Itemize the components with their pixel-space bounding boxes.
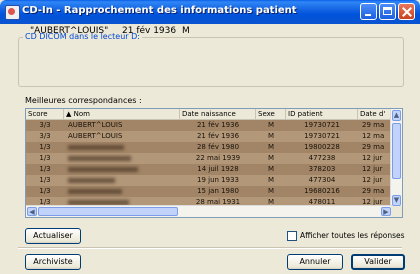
- cell-name: [64, 175, 180, 186]
- show-all-label[interactable]: Afficher toutes les réponses: [300, 231, 405, 240]
- table-row[interactable]: 3/3 AUBERT^LOUIS 21 fév 1936 M 19730721 29 ma: [26, 120, 392, 131]
- dialog-window: CD-In - Rapprochement des informations p…: [0, 0, 420, 274]
- cell-id: 19800228: [304, 143, 340, 151]
- cell-id: 19680216: [304, 187, 340, 195]
- cell-sex: M: [267, 132, 275, 140]
- scroll-down-icon[interactable]: ▼: [392, 195, 401, 206]
- vertical-scrollbar[interactable]: ▲ ▼: [390, 109, 402, 207]
- column-header-name[interactable]: ▲ Nom: [64, 109, 180, 120]
- cell-date: 29 ma: [362, 187, 385, 195]
- maximize-button[interactable]: [379, 3, 396, 20]
- validate-button[interactable]: Valider: [351, 254, 405, 270]
- cell-sex: M: [267, 187, 275, 195]
- cell-name: [64, 164, 180, 175]
- cell-id: 477238: [308, 154, 336, 162]
- column-header-dob[interactable]: Date naissance: [180, 109, 256, 120]
- cell-dob: 15 jan 1980: [197, 187, 239, 195]
- cell-id: 477304: [308, 176, 336, 184]
- title-bar[interactable]: CD-In - Rapprochement des informations p…: [0, 0, 420, 24]
- cell-id: 19730721: [304, 132, 340, 140]
- cell-dob: 28 fév 1980: [196, 143, 240, 151]
- cell-score: 1/3: [39, 154, 51, 162]
- cancel-button[interactable]: Annuler: [287, 254, 343, 270]
- cell-name: [64, 142, 180, 153]
- cell-date: 12 jur: [362, 176, 383, 184]
- cell-date: 12 jur: [362, 165, 383, 173]
- cell-score: 3/3: [39, 121, 51, 129]
- cell-date: 29 ma: [362, 143, 385, 151]
- redacted-name-placeholder: [68, 189, 122, 194]
- cell-score: 1/3: [39, 187, 51, 195]
- refresh-button[interactable]: Actualiser: [25, 228, 81, 244]
- cell-dob: 21 fév 1936: [196, 121, 240, 129]
- table-row[interactable]: 1/3 15 jan 1980 M 19680216 29 ma: [26, 186, 392, 197]
- cd-app-icon: [5, 5, 20, 20]
- source-patient-name: "AUBERT^LOUIS": [30, 26, 109, 36]
- cell-sex: M: [267, 165, 275, 173]
- column-header-name-label: Nom: [73, 110, 90, 118]
- cell-name: AUBERT^LOUIS: [68, 132, 123, 140]
- table-row[interactable]: 3/3 AUBERT^LOUIS 21 fév 1936 M 19730721 12 ma: [26, 131, 392, 142]
- vertical-scroll-thumb[interactable]: [392, 123, 401, 179]
- table-row[interactable]: 1/3 14 juil 1928 M 378203 12 jur: [26, 164, 392, 175]
- cell-sex: M: [267, 121, 275, 129]
- cell-dob: 22 mai 1939: [195, 154, 241, 162]
- scroll-up-icon[interactable]: ▲: [392, 110, 401, 121]
- horizontal-scrollbar[interactable]: ◀ ▶: [26, 205, 392, 217]
- cell-date: 12 ma: [362, 132, 385, 140]
- cell-name: AUBERT^LOUIS: [68, 121, 123, 129]
- cell-dob: 19 jun 1933: [197, 176, 239, 184]
- window-title: CD-In - Rapprochement des informations p…: [22, 5, 297, 16]
- cell-score: 1/3: [39, 143, 51, 151]
- archivist-button[interactable]: Archiviste: [25, 254, 81, 270]
- horizontal-scroll-thumb[interactable]: [38, 207, 178, 216]
- cell-sex: M: [267, 143, 275, 151]
- cell-id: 378203: [308, 165, 336, 173]
- cell-name: [64, 153, 180, 164]
- show-all-checkbox[interactable]: [287, 231, 297, 241]
- source-patient-dob: 21 fév 1936: [122, 26, 177, 36]
- table-row[interactable]: 1/3 22 mai 1939 M 477238 12 jur: [26, 153, 392, 164]
- cell-sex: M: [267, 176, 275, 184]
- table-row[interactable]: 1/3 28 fév 1980 M 19800228 29 ma: [26, 142, 392, 153]
- cell-date: 29 ma: [362, 121, 385, 129]
- cell-dob: 14 juil 1928: [197, 165, 239, 173]
- column-header-sex[interactable]: Sexe: [256, 109, 286, 120]
- redacted-name-placeholder: [68, 167, 138, 172]
- cell-sex: M: [267, 154, 275, 162]
- minimize-button[interactable]: [360, 3, 377, 20]
- cell-score: 3/3: [39, 132, 51, 140]
- matches-label: Meilleures correspondances :: [25, 96, 142, 105]
- cell-date: 12 jur: [362, 154, 383, 162]
- redacted-name-placeholder: [68, 178, 115, 183]
- matches-grid[interactable]: Score ▲ Nom Date naissance Sexe ID patie…: [25, 108, 403, 218]
- table-row[interactable]: 1/3 19 jun 1933 M 477304 12 jur: [26, 175, 392, 186]
- column-header-date[interactable]: Date d': [358, 109, 392, 120]
- scroll-right-icon[interactable]: ▶: [381, 207, 391, 216]
- scrollbar-corner: [391, 206, 402, 217]
- cell-name: [64, 186, 180, 197]
- separator: [18, 247, 402, 249]
- cell-score: 1/3: [39, 165, 51, 173]
- close-button[interactable]: [398, 3, 415, 20]
- sort-ascending-icon: ▲: [66, 110, 72, 118]
- cell-score: 1/3: [39, 176, 51, 184]
- cell-dob: 21 fév 1936: [196, 132, 240, 140]
- grid-header: Score ▲ Nom Date naissance Sexe ID patie…: [26, 109, 402, 120]
- redacted-name-placeholder: [68, 145, 124, 150]
- column-header-score[interactable]: Score: [26, 109, 64, 120]
- scroll-left-icon[interactable]: ◀: [27, 207, 37, 216]
- dicom-source-group: CD DICOM dans le lecteur D:: [18, 32, 404, 87]
- grid-body: 3/3 AUBERT^LOUIS 21 fév 1936 M 19730721 29 ma…: [26, 120, 392, 208]
- column-header-id[interactable]: ID patient: [286, 109, 358, 120]
- source-patient-sex: M: [182, 26, 190, 36]
- redacted-name-placeholder: [68, 156, 131, 161]
- cell-id: 19730721: [304, 121, 340, 129]
